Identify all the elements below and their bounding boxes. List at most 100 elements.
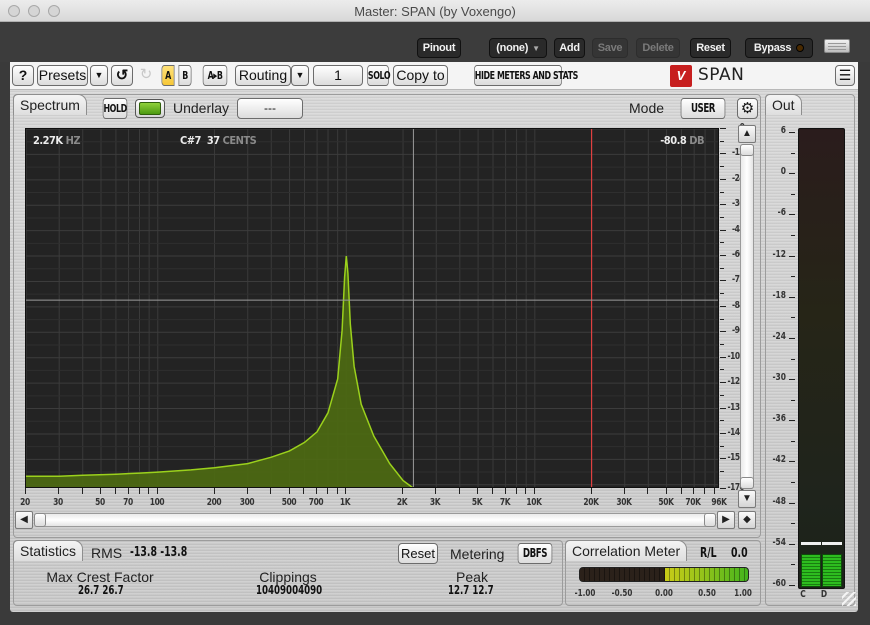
redo-button[interactable]: ↻ (136, 65, 156, 86)
underlay-label: Underlay (173, 100, 230, 116)
vertical-zoom-scrollbar[interactable]: ▲ ▼ (738, 125, 756, 508)
y-minor-tick-mark (720, 267, 724, 269)
correlation-tick-label: -0.50 (611, 588, 632, 599)
vertical-scroll-thumb-top[interactable] (740, 144, 754, 156)
hold-toggle[interactable] (135, 99, 165, 118)
pinout-button[interactable]: Pinout (417, 38, 461, 58)
max-crest-factor-values: 26.7 26.7 (78, 583, 124, 597)
copy-a-to-b-button[interactable]: A▸B (202, 65, 228, 86)
resize-grip-icon[interactable] (842, 592, 856, 606)
channel-group-selector[interactable]: 1 (313, 65, 363, 86)
y-tick-mark (720, 128, 726, 129)
copy-to-button[interactable]: Copy to (393, 65, 448, 86)
cents-value: 37 (206, 134, 220, 147)
x-tick-mark (148, 488, 150, 494)
x-axis-labels: 20 30 50 70 100 200 300 500 700 1K 2K 3K 5K 7K 10K 20K 3… (20, 488, 727, 510)
metering-mode-select[interactable]: DBFS (517, 543, 553, 564)
x-tick-label: 100 (149, 497, 165, 508)
x-tick-label: 50K (658, 497, 674, 508)
horizontal-scroll-track[interactable] (34, 513, 716, 527)
out-meter-minor-tick (791, 564, 795, 566)
routing-button[interactable]: Routing (235, 65, 291, 86)
x-tick-mark (435, 488, 437, 494)
out-meter-tick-mark (789, 585, 795, 586)
ab-slot-a-button[interactable]: A (161, 65, 175, 86)
delete-preset-button[interactable]: Delete (636, 38, 680, 58)
zoom-reset-button[interactable]: ◆ (738, 511, 756, 529)
out-meter-minor-tick (791, 317, 795, 319)
metering-label: Metering (450, 546, 505, 562)
hide-meters-and-stats-button[interactable]: HIDE METERS AND STATS (474, 65, 578, 86)
rl-value: 0.0 (731, 546, 748, 561)
help-button[interactable]: ? (12, 65, 34, 86)
horizontal-zoom-scrollbar[interactable]: ◀ ▶ (15, 511, 735, 529)
presets-button[interactable]: Presets (37, 65, 88, 86)
ab-slot-b-button[interactable]: B (178, 65, 192, 86)
vertical-scroll-thumb-bottom[interactable] (740, 477, 754, 489)
scroll-left-button[interactable]: ◀ (15, 511, 33, 529)
add-preset-button[interactable]: Add (554, 38, 585, 58)
spectrum-settings-button[interactable]: ⚙ (737, 98, 758, 119)
preset-select[interactable]: (none) ▼ (489, 38, 547, 58)
hold-button[interactable]: HOLD (102, 98, 128, 119)
undo-button[interactable]: ↺ (111, 65, 133, 86)
scroll-up-button[interactable]: ▲ (738, 125, 756, 143)
horizontal-scroll-thumb-right[interactable] (704, 513, 716, 527)
stats-reset-button[interactable]: Reset (398, 543, 438, 564)
out-meter-minor-tick (791, 399, 795, 401)
y-minor-tick-mark (720, 471, 724, 473)
x-tick-mark (58, 488, 60, 494)
y-minor-tick-mark (720, 140, 724, 142)
tab-statistics[interactable]: Statistics (13, 540, 84, 561)
x-tick-mark (316, 488, 318, 494)
undo-icon: ↺ (115, 67, 129, 84)
correlation-tick-label: 1.00 (734, 588, 752, 599)
reset-button[interactable]: Reset (690, 38, 731, 58)
tab-spectrum[interactable]: Spectrum (13, 94, 87, 115)
out-meter-tick-mark (789, 296, 795, 298)
out-meter-minor-tick (791, 152, 795, 154)
vertical-scroll-track[interactable] (740, 144, 754, 489)
x-tick-mark (402, 488, 404, 494)
scroll-down-button[interactable]: ▼ (738, 490, 756, 508)
x-tick-mark (114, 488, 116, 494)
out-meter-tick-label: -6 (777, 207, 786, 219)
tab-correlation-meter[interactable]: Correlation Meter (565, 540, 688, 561)
out-meter-peak-hold-d (822, 542, 842, 546)
spectrum-graph[interactable]: 2.27K HZ C#7 37 CENTS -80.8 DB (25, 128, 719, 488)
y-minor-tick-mark (720, 293, 724, 295)
main-menu-button[interactable]: ☰ (835, 65, 855, 86)
correlation-tick-label: 0.00 (655, 588, 673, 599)
routing-dropdown-button[interactable]: ▼ (291, 65, 309, 86)
out-meter-tick-label: -18 (772, 289, 786, 301)
x-tick-label: 5K (471, 497, 483, 508)
x-tick-mark (246, 488, 248, 494)
x-tick-mark (81, 488, 83, 494)
out-meter-tick-label: -54 (772, 536, 786, 548)
save-preset-button[interactable]: Save (592, 38, 628, 58)
x-tick-mark (704, 488, 706, 494)
tab-out[interactable]: Out (765, 94, 802, 115)
y-minor-tick-mark (720, 191, 724, 193)
bypass-button[interactable]: Bypass (745, 38, 813, 58)
keyboard-icon[interactable] (824, 39, 850, 53)
mode-select[interactable]: USER (680, 98, 726, 119)
x-tick-mark (213, 488, 215, 494)
x-tick-label: 3K (430, 497, 441, 508)
out-meter-tick-mark (789, 461, 795, 463)
x-tick-mark (288, 488, 290, 494)
x-tick-mark (665, 488, 667, 494)
x-tick-mark (515, 488, 517, 494)
cursor-frequency-readout: 2.27K HZ (33, 134, 81, 147)
solo-button[interactable]: SOLO (367, 65, 391, 86)
correlation-meter-lit (665, 568, 748, 581)
hamburger-menu-icon: ☰ (838, 67, 852, 83)
scroll-right-button[interactable]: ▶ (717, 511, 735, 529)
y-minor-tick-mark (720, 394, 724, 396)
x-tick-label: 300 (239, 497, 254, 508)
x-tick-label: 7K (499, 497, 510, 508)
horizontal-scroll-thumb-left[interactable] (34, 513, 46, 527)
correlation-tick-label: -1.00 (574, 588, 596, 599)
underlay-select[interactable]: --- (237, 98, 303, 119)
presets-dropdown-button[interactable]: ▼ (90, 65, 108, 86)
